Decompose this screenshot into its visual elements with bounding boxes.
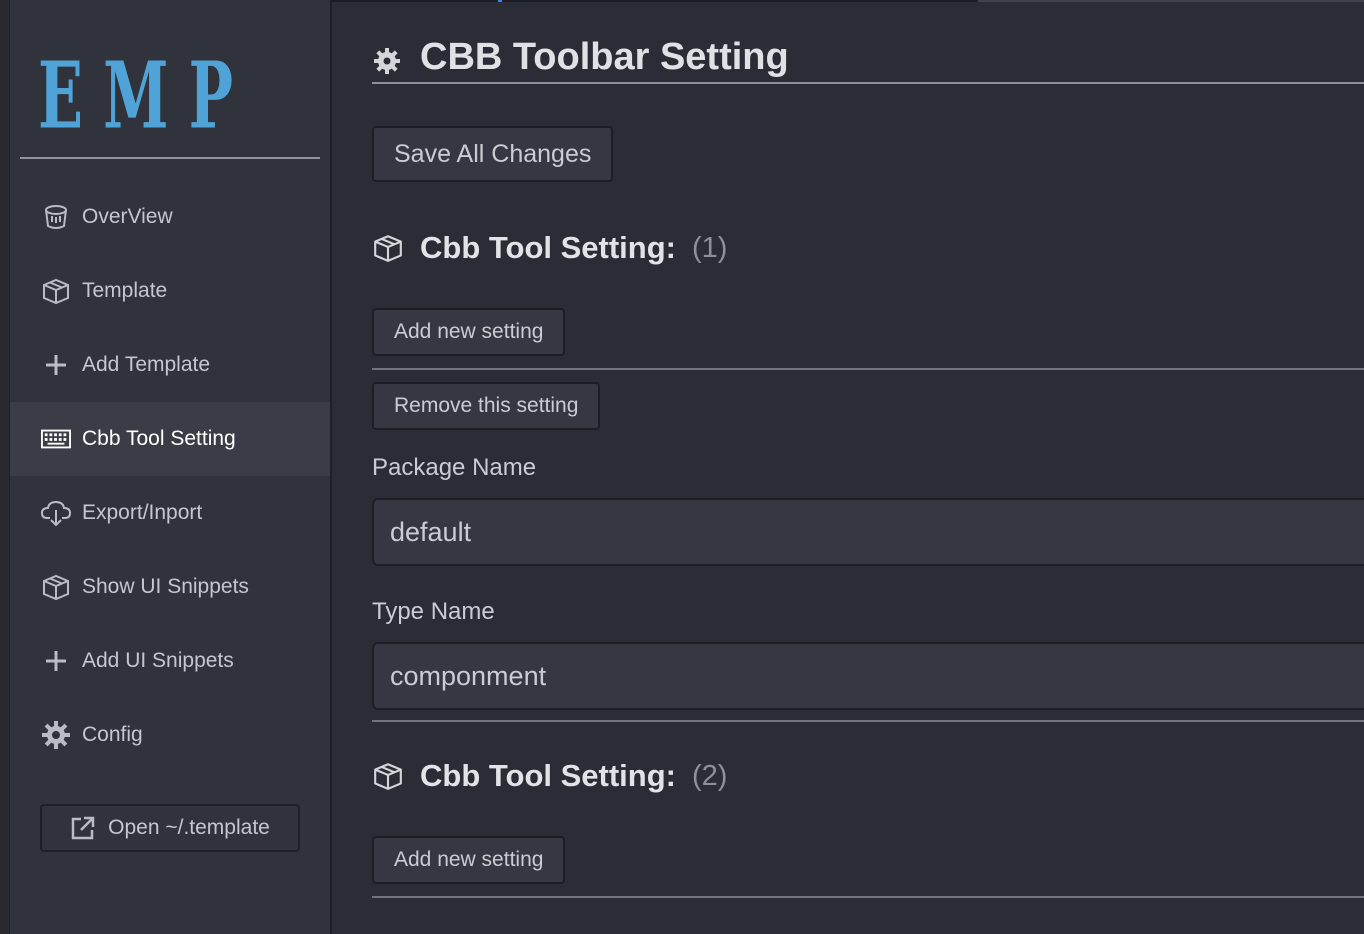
sidebar-item-label: Template: [82, 279, 168, 302]
sidebar-item-cbb-tool-setting[interactable]: Cbb Tool Setting: [10, 402, 330, 476]
bucket-icon: [40, 201, 72, 233]
section-title: Cbb Tool Setting:: [420, 230, 676, 265]
sidebar-item-overview[interactable]: OverView: [10, 180, 330, 254]
keyboard-icon: [40, 423, 72, 455]
sidebar-item-label: Add UI Snippets: [82, 649, 234, 672]
page-header: CBB Toolbar Setting: [372, 36, 789, 79]
sidebar-item-label: Cbb Tool Setting: [82, 427, 236, 450]
app-logo: EMP: [18, 50, 318, 142]
sidebar-nav: OverView Template Add Template Cbb Tool …: [10, 180, 330, 772]
section-header-2: Cbb Tool Setting: (2): [372, 758, 727, 794]
divider: [372, 896, 1364, 898]
divider: [372, 720, 1364, 722]
logo-divider: [20, 157, 320, 159]
sidebar-item-label: Show UI Snippets: [82, 575, 249, 598]
external-link-icon: [71, 816, 95, 840]
section-count: (2): [691, 759, 728, 792]
plus-icon: [40, 349, 72, 381]
sidebar-edge: [0, 0, 10, 934]
sidebar-item-label: Config: [82, 723, 143, 746]
section-title: Cbb Tool Setting:: [420, 758, 676, 793]
sidebar-item-template[interactable]: Template: [10, 254, 330, 328]
box-icon: [40, 571, 72, 603]
add-new-setting-button[interactable]: Add new setting: [372, 308, 566, 356]
main-content: CBB Toolbar Setting Save All Changes Cbb…: [332, 0, 1364, 934]
sidebar-item-label: OverView: [82, 205, 173, 228]
section-header-1: Cbb Tool Setting: (1): [372, 230, 727, 266]
remove-setting-button[interactable]: Remove this setting: [372, 382, 601, 430]
sidebar-item-add-ui-snippets[interactable]: Add UI Snippets: [10, 624, 330, 698]
box-icon: [374, 763, 402, 790]
section-count: (1): [691, 231, 728, 264]
sidebar-item-label: Export/Inport: [82, 501, 203, 524]
sidebar-item-config[interactable]: Config: [10, 698, 330, 772]
gear-icon: [374, 47, 400, 74]
package-name-input[interactable]: default: [372, 498, 1364, 566]
type-name-label: Type Name: [372, 598, 495, 625]
divider: [372, 368, 1364, 370]
add-new-setting-button[interactable]: Add new setting: [372, 836, 566, 884]
box-icon: [40, 275, 72, 307]
sidebar-item-label: Add Template: [82, 353, 211, 376]
package-name-label: Package Name: [372, 454, 537, 481]
page-title: CBB Toolbar Setting: [420, 36, 789, 78]
open-template-button[interactable]: Open ~/.template: [40, 804, 300, 852]
box-icon: [374, 235, 402, 262]
open-template-label: Open ~/.template: [108, 816, 270, 839]
title-underline: [372, 82, 1364, 84]
cloud-download-icon: [40, 497, 72, 529]
logo-text: EMP: [38, 42, 254, 150]
type-name-input[interactable]: componment: [372, 642, 1364, 710]
sidebar-item-show-ui-snippets[interactable]: Show UI Snippets: [10, 550, 330, 624]
sidebar-item-export-inport[interactable]: Export/Inport: [10, 476, 330, 550]
save-all-changes-button[interactable]: Save All Changes: [372, 126, 614, 182]
sidebar: EMP OverView Template Add Template Cbb T…: [0, 0, 332, 934]
sidebar-item-add-template[interactable]: Add Template: [10, 328, 330, 402]
gear-icon: [40, 719, 72, 751]
plus-icon: [40, 645, 72, 677]
